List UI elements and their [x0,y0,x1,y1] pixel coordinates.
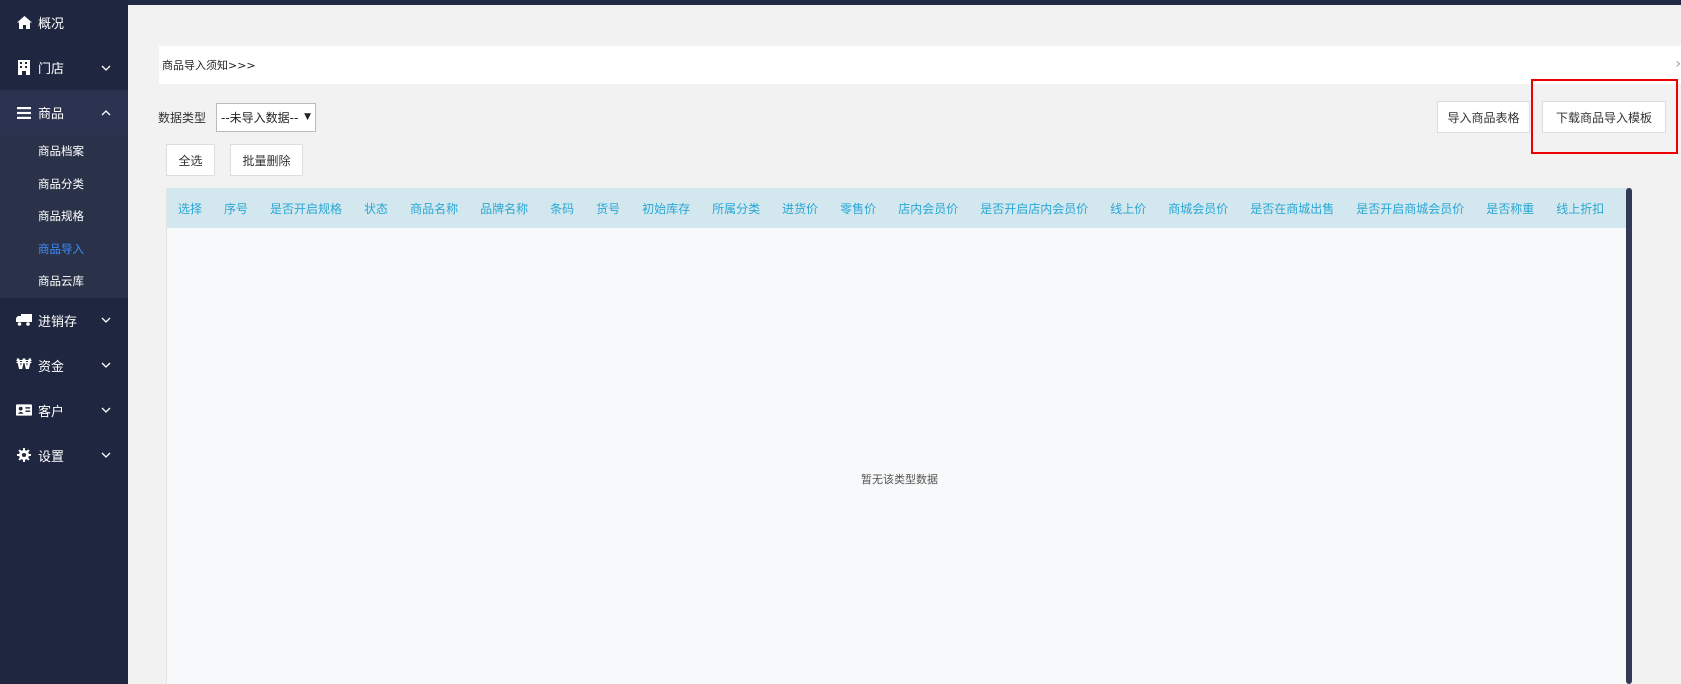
column-header[interactable]: 零售价 [829,200,887,217]
import-goods-button[interactable]: 导入商品表格 [1437,101,1530,133]
sidebar: 概况 门店 商品 商品档案 商品分类 商品规格 商品导入 商品云库 进销存 ₩ … [0,0,128,684]
chevron-down-icon [100,449,112,461]
goods-submenu: 商品档案 商品分类 商品规格 商品导入 商品云库 [0,135,128,298]
column-header[interactable]: 是否在商城出售 [1239,200,1345,217]
column-header[interactable]: 是否开启商城会员价 [1345,200,1475,217]
chevron-down-icon [100,359,112,371]
chevron-down-icon [100,62,112,74]
sidebar-item-label: 资金 [38,359,65,375]
list-icon [16,105,32,121]
column-header[interactable]: 是否开启店内会员价 [969,200,1099,217]
column-header[interactable]: 线上价 [1099,200,1157,217]
main-content: 商品导入须知>>> › 数据类型 --未导入数据-- ▼ 导入商品表格 下载商品… [128,5,1681,684]
select-all-button[interactable]: 全选 [166,144,215,176]
column-header[interactable]: 状态 [353,200,399,217]
column-header[interactable]: 选择 [167,200,213,217]
home-icon [16,15,32,31]
column-header[interactable]: 线上折扣 [1545,200,1615,217]
sidebar-item-funds[interactable]: ₩ 资金 [0,343,128,388]
table-header: 选择 序号 是否开启规格 状态 商品名称 品牌名称 条码 货号 初始库存 所属分… [167,188,1632,228]
chevron-down-icon [100,404,112,416]
column-header[interactable]: 商品名称 [399,200,469,217]
truck-icon [16,312,32,328]
sidebar-item-label: 进销存 [38,314,78,330]
sidebar-item-inventory[interactable]: 进销存 [0,298,128,343]
chevron-up-icon [100,107,112,119]
sidebar-item-label: 门店 [38,62,65,77]
sidebar-item-label: 设置 [38,449,65,465]
submenu-item-goods-archive[interactable]: 商品档案 [0,135,128,168]
batch-delete-button[interactable]: 批量删除 [230,144,303,176]
sidebar-item-store[interactable]: 门店 [0,45,128,90]
won-icon: ₩ [16,357,32,373]
column-header[interactable]: 品牌名称 [469,200,539,217]
caret-down-icon: ▼ [304,112,312,122]
column-header[interactable]: 店内会员价 [887,200,969,217]
filter-row: 数据类型 --未导入数据-- ▼ [158,103,317,132]
empty-state-text: 暂无该类型数据 [861,473,938,486]
goods-table: 选择 序号 是否开启规格 状态 商品名称 品牌名称 条码 货号 初始库存 所属分… [166,188,1632,684]
sidebar-item-label: 客户 [38,404,65,420]
column-header[interactable]: 是否称重 [1475,200,1545,217]
sidebar-item-settings[interactable]: 设置 [0,433,128,478]
column-header[interactable]: 进货价 [771,200,829,217]
gear-icon [16,447,32,463]
sidebar-item-label: 商品 [38,107,65,122]
column-header[interactable]: 货号 [585,200,631,217]
vertical-scrollbar[interactable] [1626,188,1632,684]
column-header[interactable]: 商城会员价 [1157,200,1239,217]
submenu-item-goods-import[interactable]: 商品导入 [0,233,128,266]
column-header[interactable]: 初始库存 [631,200,701,217]
sidebar-item-label: 概况 [38,17,65,32]
column-header[interactable]: 所属分类 [701,200,771,217]
import-notice[interactable]: 商品导入须知>>> › [159,46,1681,84]
import-notice-text: 商品导入须知>>> [162,59,256,72]
highlight-box [1531,79,1678,154]
data-type-select[interactable]: --未导入数据-- ▼ [216,103,317,132]
chevron-right-icon: › [1675,56,1681,72]
sidebar-item-goods[interactable]: 商品 [0,90,128,135]
data-type-select-value: --未导入数据-- [221,111,299,125]
sidebar-item-overview[interactable]: 概况 [0,0,128,45]
submenu-item-goods-cloud[interactable]: 商品云库 [0,265,128,298]
chevron-down-icon [100,314,112,326]
submenu-item-goods-spec[interactable]: 商品规格 [0,200,128,233]
sidebar-item-customer[interactable]: 客户 [0,388,128,433]
column-header[interactable]: 是否开启规格 [259,200,353,217]
data-type-label: 数据类型 [158,111,207,125]
column-header[interactable]: 序号 [213,200,259,217]
column-header[interactable]: 条码 [539,200,585,217]
id-card-icon [16,402,32,418]
submenu-item-goods-category[interactable]: 商品分类 [0,168,128,201]
building-icon [16,60,32,76]
